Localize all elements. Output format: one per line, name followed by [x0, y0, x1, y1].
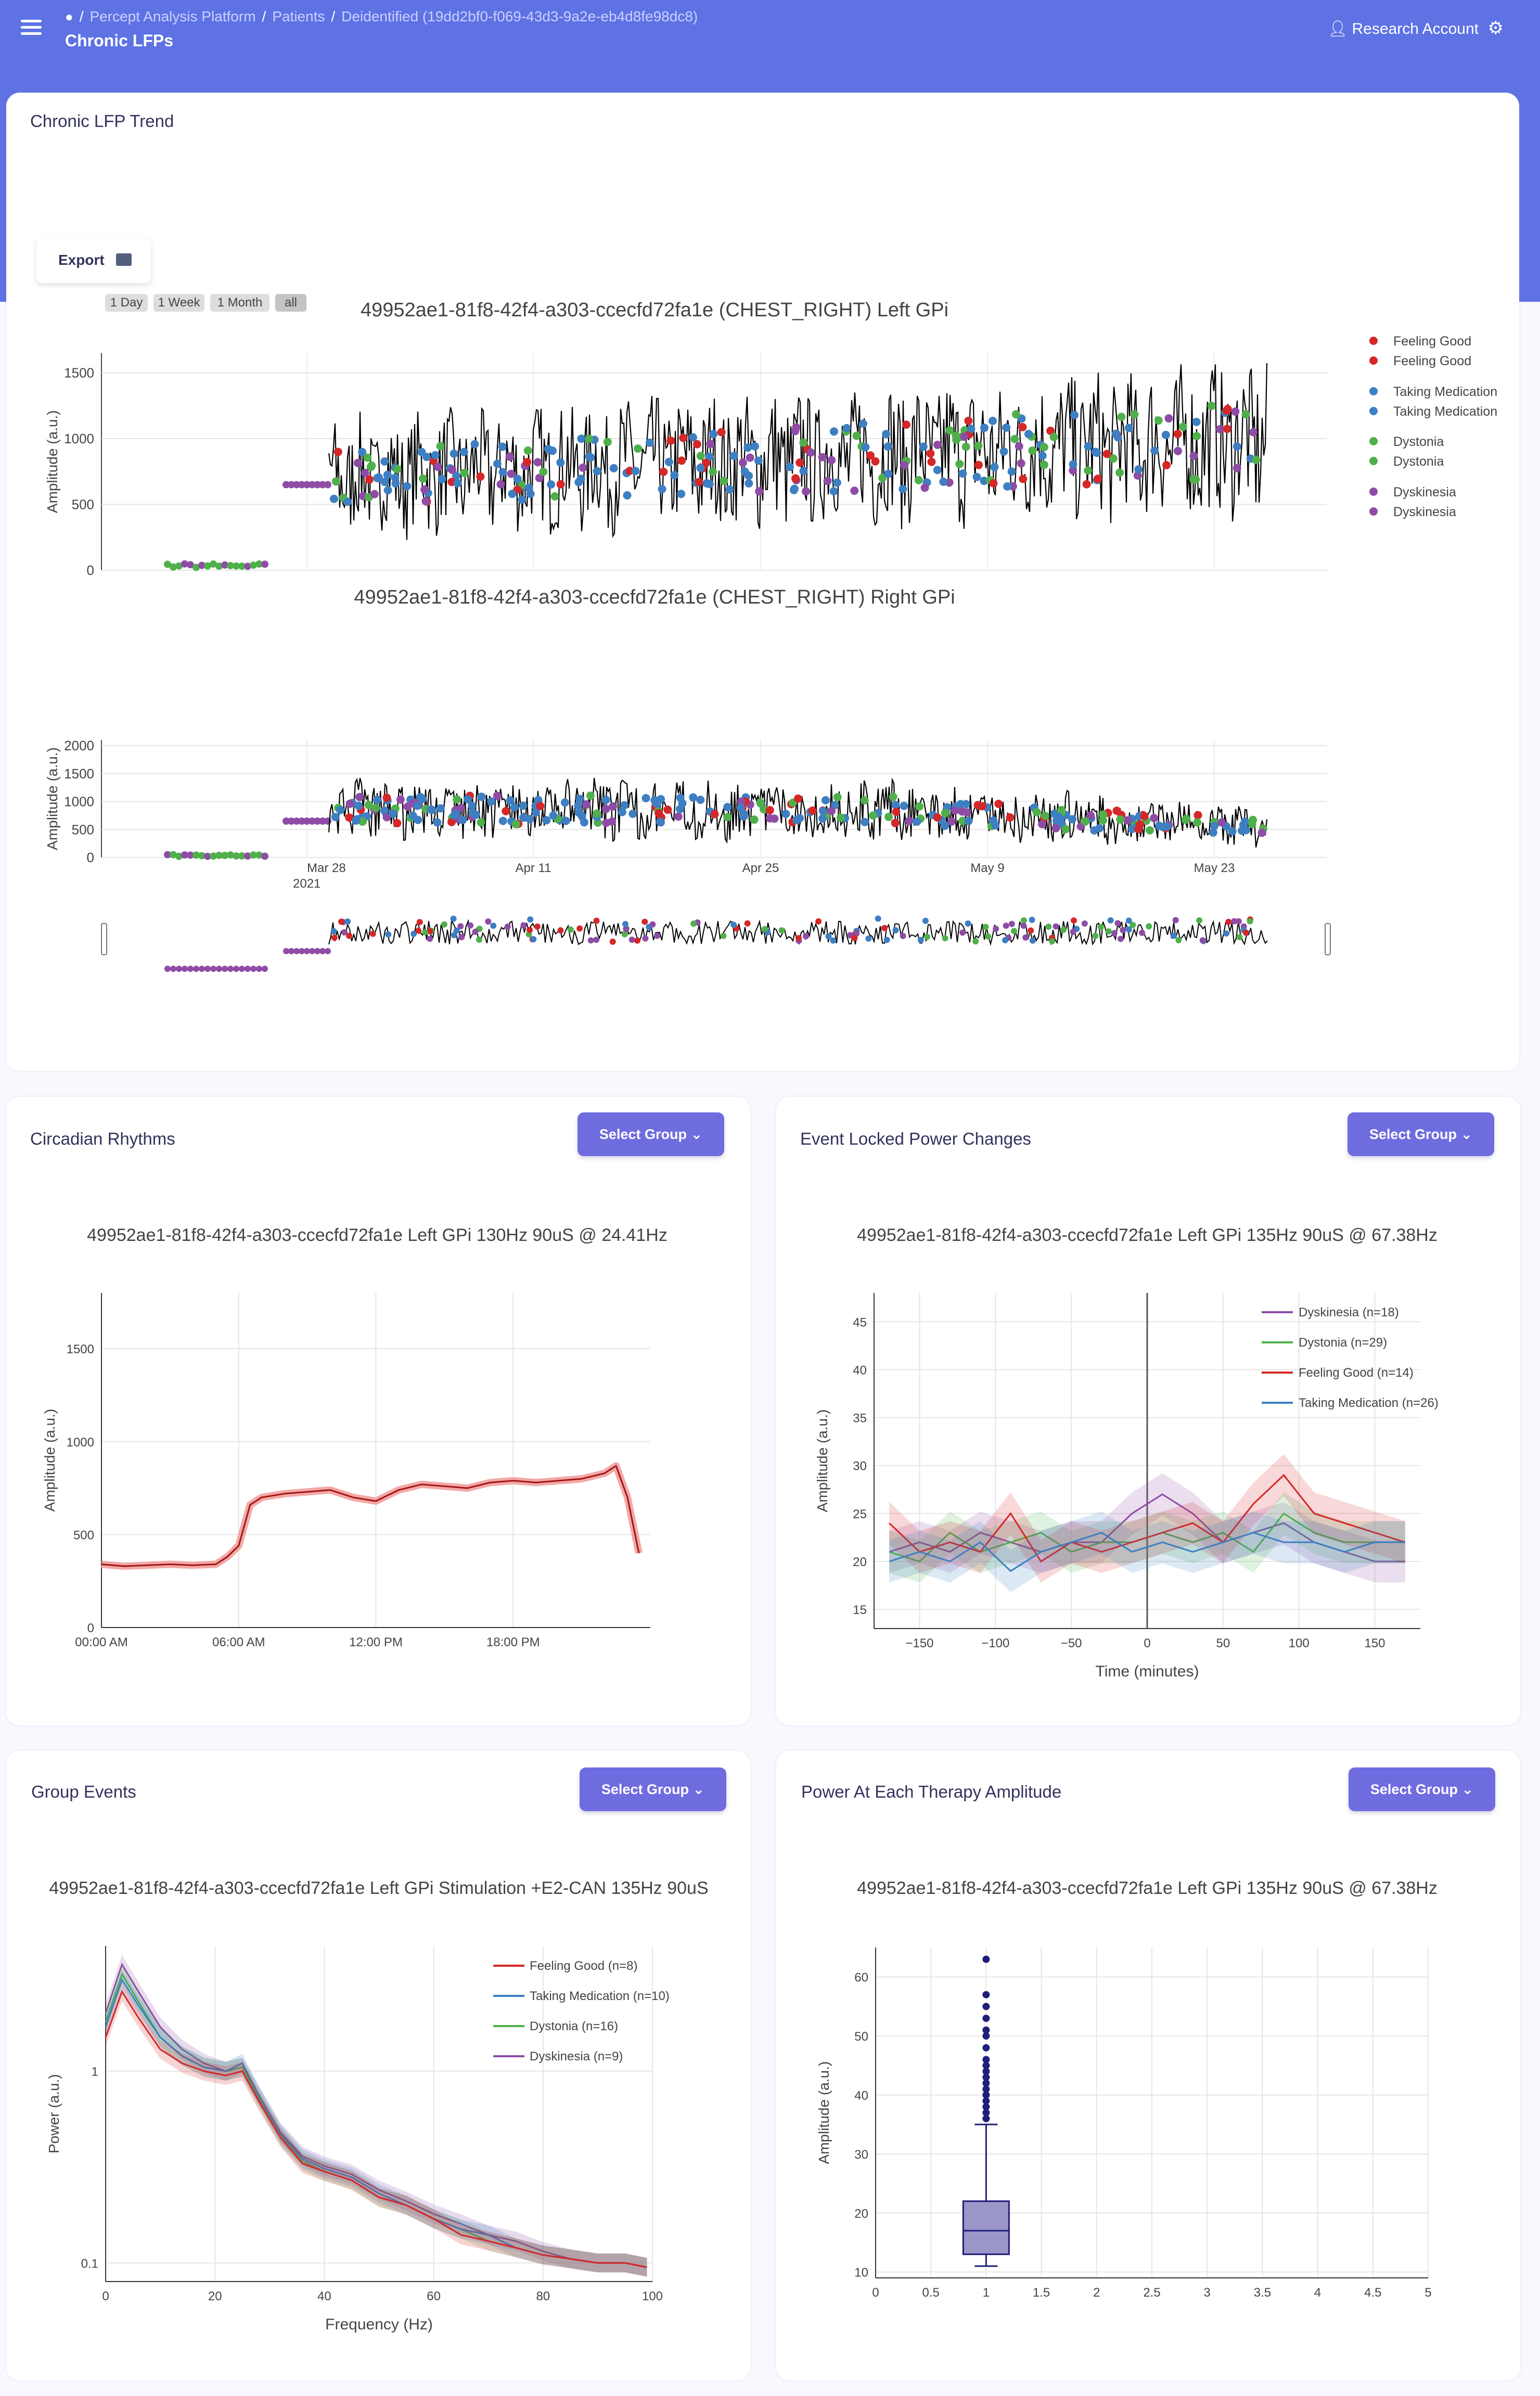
y-tick-label: 35	[853, 1412, 867, 1426]
x-tick-label: −50	[1061, 1636, 1082, 1650]
x-tick-label: 0	[872, 2286, 879, 2300]
y-tick-label: 20	[854, 2207, 868, 2221]
confidence-band	[106, 1955, 647, 2277]
x-axis-label: Frequency (Hz)	[325, 2316, 433, 2333]
x-tick-label: 150	[1364, 1636, 1385, 1650]
x-tick-label: −150	[905, 1636, 933, 1650]
x-tick-label: 80	[536, 2289, 550, 2303]
x-tick-label: 06:00 AM	[212, 1635, 265, 1649]
legend-label: Dyskinesia (n=9)	[530, 2049, 623, 2064]
x-tick-label: 0.5	[922, 2286, 940, 2300]
y-tick-label: 0.1	[81, 2257, 98, 2271]
x-tick-label: 1	[983, 2286, 990, 2300]
box-outlier	[982, 1991, 990, 1998]
legend-label: Taking Medication (n=26)	[1299, 1396, 1439, 1410]
x-tick-label: −100	[981, 1636, 1009, 1650]
box-outlier	[982, 1955, 990, 1963]
y-tick-label: 40	[854, 2089, 868, 2103]
legend-label: Feeling Good (n=8)	[530, 1959, 637, 1973]
y-tick-label: 50	[854, 2030, 868, 2044]
x-tick-label: 20	[208, 2289, 222, 2303]
y-tick-label: 45	[853, 1315, 867, 1329]
y-tick-label: 60	[854, 1971, 868, 1985]
confidence-band	[106, 1965, 647, 2277]
x-tick-label: 1.5	[1033, 2286, 1050, 2300]
box-outlier	[982, 2056, 990, 2064]
x-tick-label: 2.5	[1143, 2286, 1160, 2300]
y-tick-label: 1000	[67, 1436, 94, 1450]
y-tick-label: 30	[853, 1459, 867, 1474]
y-tick-label: 1500	[67, 1342, 94, 1356]
x-tick-label: 00:00 AM	[75, 1635, 127, 1649]
x-axis-label: Time (minutes)	[1096, 1663, 1199, 1680]
x-tick-label: 0	[1144, 1636, 1150, 1650]
series-line	[105, 1963, 647, 2268]
legend-label: Taking Medication (n=10)	[530, 1989, 670, 2003]
y-axis-label: Amplitude (a.u.)	[814, 1410, 830, 1513]
lower-charts: 49952ae1-81f8-42f4-a303-ccecfd72fa1e Lef…	[42, 1225, 1439, 2333]
x-tick-label: 100	[642, 2289, 663, 2303]
circadian-line	[101, 1465, 640, 1567]
y-tick-label: 10	[854, 2266, 868, 2280]
x-tick-label: 3.5	[1254, 2286, 1271, 2300]
y-tick-label: 0	[87, 1621, 94, 1635]
box-body	[962, 2200, 1010, 2256]
legend-label: Dystonia (n=29)	[1299, 1336, 1387, 1350]
y-tick-label: 30	[854, 2148, 868, 2162]
series-line	[105, 1972, 647, 2268]
plot-title: 49952ae1-81f8-42f4-a303-ccecfd72fa1e Lef…	[857, 1878, 1438, 1898]
x-tick-label: 4	[1314, 2286, 1321, 2300]
x-tick-label: 3	[1204, 2286, 1211, 2300]
box-outlier	[982, 2003, 990, 2010]
y-tick-label: 500	[73, 1528, 94, 1542]
x-tick-label: 40	[317, 2289, 331, 2303]
y-axis-label: Power (a.u.)	[46, 2074, 62, 2154]
box-outlier	[982, 2044, 990, 2052]
y-axis-label: Amplitude (a.u.)	[816, 2061, 832, 2164]
plot-title: 49952ae1-81f8-42f4-a303-ccecfd72fa1e Lef…	[857, 1225, 1438, 1245]
legend-label: Feeling Good (n=14)	[1299, 1366, 1414, 1380]
x-tick-label: 60	[427, 2289, 441, 2303]
x-tick-label: 50	[1216, 1636, 1230, 1650]
y-tick-label: 1	[92, 2065, 98, 2079]
y-tick-label: 20	[853, 1555, 867, 1569]
y-tick-label: 25	[853, 1507, 867, 1521]
plot-title: 49952ae1-81f8-42f4-a303-ccecfd72fa1e Lef…	[49, 1878, 708, 1898]
box-outlier	[982, 2015, 990, 2022]
confidence-band	[106, 1970, 647, 2277]
x-tick-label: 2	[1093, 2286, 1100, 2300]
y-axis-label: Amplitude (a.u.)	[42, 1409, 58, 1512]
y-tick-label: 40	[853, 1363, 867, 1377]
x-tick-label: 4.5	[1364, 2286, 1381, 2300]
x-tick-label: 100	[1289, 1636, 1310, 1650]
y-tick-label: 15	[853, 1603, 867, 1617]
x-tick-label: 5	[1424, 2286, 1431, 2300]
x-tick-label: 0	[102, 2289, 109, 2303]
box-outlier	[982, 2026, 990, 2034]
x-tick-label: 12:00 PM	[349, 1635, 403, 1649]
legend-label: Dystonia (n=16)	[530, 2019, 618, 2033]
legend-label: Dyskinesia (n=18)	[1299, 1305, 1399, 1319]
plot-title: 49952ae1-81f8-42f4-a303-ccecfd72fa1e Lef…	[87, 1225, 668, 1245]
x-tick-label: 18:00 PM	[486, 1635, 540, 1649]
